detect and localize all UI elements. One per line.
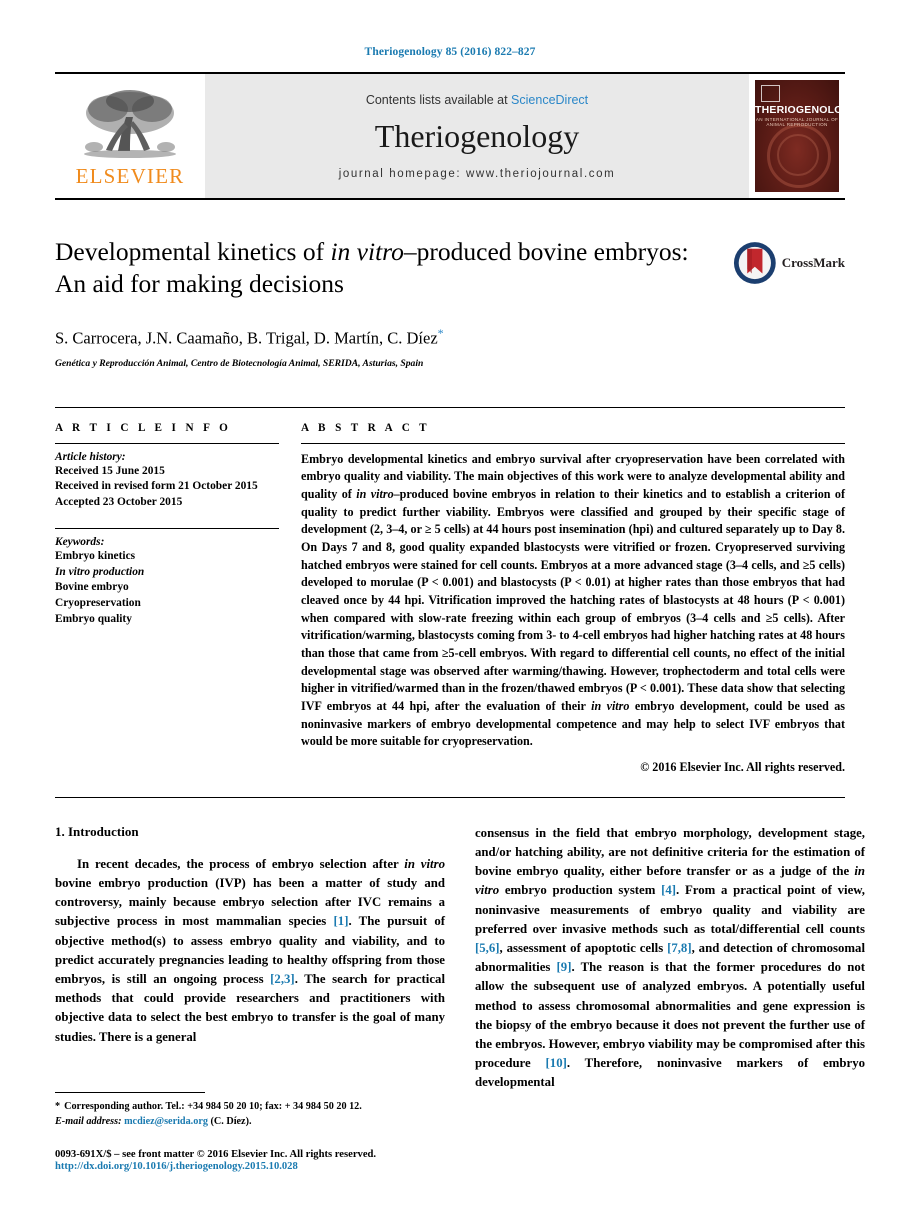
history-item: Accepted 23 October 2015 (55, 496, 183, 509)
intro-right-b: embryo production system (499, 883, 662, 898)
abstract-column: A B S T R A C T Embryo developmental kin… (301, 422, 845, 775)
citation-link[interactable]: [5,6] (475, 941, 500, 955)
keyword-item: Bovine embryo (55, 581, 129, 594)
keyword-item-italic: In vitro production (55, 565, 145, 578)
crossmark-label: CrossMark (781, 255, 845, 270)
article-history-label: Article history: (55, 450, 126, 463)
intro-paragraph-right: consensus in the field that embryo morph… (475, 824, 865, 1093)
journal-masthead: ELSEVIER Contents lists available at Sci… (55, 72, 845, 200)
history-item: Received in revised form 21 October 2015 (55, 480, 258, 493)
issn-copyright-line: 0093-691X/$ – see front matter © 2016 El… (55, 1149, 377, 1160)
intro-paragraph-left: In recent decades, the process of embryo… (55, 855, 445, 1047)
info-abstract-section: A R T I C L E I N F O Article history: R… (55, 406, 845, 775)
intro-left-italic-1: in vitro (404, 856, 445, 871)
keyword-item: Embryo kinetics (55, 549, 136, 562)
article-info-heading: A R T I C L E I N F O (55, 421, 232, 434)
page-title: Developmental kinetics of in vitro–produ… (55, 236, 715, 300)
contents-prefix: Contents lists available at (365, 92, 512, 107)
intro-right-d: , assessment of apoptotic cells (499, 941, 668, 956)
intro-right-f: . The reason is that the former procedur… (475, 960, 865, 1071)
journal-cover-thumbnail: THERIOGENOLOGY AN INTERNATIONAL JOURNAL … (749, 74, 845, 198)
abstract-italic-2: in vitro (591, 698, 630, 713)
email-link[interactable]: mcdiez@serida.org (124, 1116, 208, 1127)
title-part-1: Developmental kinetics of (55, 237, 331, 266)
copyright-line: © 2016 Elsevier Inc. All rights reserved… (640, 759, 845, 774)
intro-left-a: In recent decades, the process of embryo… (77, 856, 405, 871)
article-info-column: A R T I C L E I N F O Article history: R… (55, 422, 301, 628)
journal-homepage-link[interactable]: journal homepage: www.theriojournal.com (339, 168, 616, 180)
authors-names: S. Carrocera, J.N. Caamaño, B. Trigal, D… (55, 328, 438, 348)
body-column-left: 1. Introduction In recent decades, the p… (55, 824, 445, 1093)
title-and-authors: Developmental kinetics of in vitro–produ… (55, 236, 733, 369)
cover-title: THERIOGENOLOGY (755, 104, 839, 116)
keywords-rule (55, 527, 279, 529)
keyword-item: In vitro production (55, 565, 279, 581)
body-column-right: consensus in the field that embryo morph… (475, 824, 865, 1093)
section-heading-introduction: 1. Introduction (55, 823, 139, 839)
abstract-part-b: –produced bovine embryos in relation to … (301, 487, 846, 713)
running-head: Theriogenology 85 (2016) 822–827 (364, 46, 536, 58)
crossmark-badge[interactable]: CrossMark (733, 236, 845, 286)
elsevier-tree-icon (84, 90, 176, 158)
article-info-rule (55, 442, 279, 444)
email-label: E-mail address: (55, 1115, 122, 1127)
corresponding-author-marker[interactable]: * (438, 326, 444, 340)
keyword-item: Embryo quality (55, 612, 132, 625)
citation-link[interactable]: [10] (546, 1056, 567, 1070)
body-separator-rule (55, 796, 845, 798)
citation-link[interactable]: [2,3] (270, 972, 295, 986)
footnote-star-marker: * (55, 1101, 61, 1113)
contents-available-line: Contents lists available at ScienceDirec… (366, 93, 588, 107)
cover-image: THERIOGENOLOGY AN INTERNATIONAL JOURNAL … (755, 80, 839, 192)
keywords-label: Keywords: (55, 535, 105, 548)
doi-link[interactable]: http://dx.doi.org/10.1016/j.theriogenolo… (55, 1161, 445, 1172)
sciencedirect-link[interactable]: ScienceDirect (511, 93, 588, 107)
cover-corner-box-icon (761, 85, 780, 102)
elsevier-wordmark: ELSEVIER (75, 164, 185, 188)
history-item: Received 15 June 2015 (55, 464, 165, 477)
affiliation: Genética y Reproducción Animal, Centro d… (55, 357, 424, 369)
cover-inner-ring-decoration (777, 134, 819, 176)
issn-block: 0093-691X/$ – see front matter © 2016 El… (55, 1149, 445, 1172)
abstract-rule (301, 442, 845, 444)
article-page: Theriogenology 85 (2016) 822–827 ELSEVIE… (0, 0, 900, 1230)
crossmark-icon (733, 242, 776, 284)
abstract-text: Embryo developmental kinetics and embryo… (301, 451, 845, 751)
journal-title: Theriogenology (374, 117, 580, 154)
citation-link[interactable]: [4] (661, 883, 676, 897)
cover-subtitle: AN INTERNATIONAL JOURNAL OF ANIMAL REPRO… (755, 117, 839, 127)
corresponding-author-text: Corresponding author. Tel.: +34 984 50 2… (64, 1101, 362, 1113)
corresponding-author-note: * Corresponding author. Tel.: +34 984 50 … (55, 1100, 445, 1114)
email-owner: (C. Díez). (210, 1115, 252, 1127)
citation-link[interactable]: [1] (334, 914, 349, 928)
email-note: E-mail address: mcdiez@serida.org (C. Dí… (55, 1115, 445, 1129)
body-columns: 1. Introduction In recent decades, the p… (55, 824, 865, 1093)
keyword-item: Cryopreservation (55, 597, 141, 610)
footnote-area: * Corresponding author. Tel.: +34 984 50 … (55, 1092, 445, 1172)
masthead-center: Contents lists available at ScienceDirec… (205, 74, 749, 198)
citation-link[interactable]: [9] (557, 960, 572, 974)
abstract-italic-1: in vitro (356, 487, 394, 502)
elsevier-logo: ELSEVIER (55, 74, 205, 198)
author-list: S. Carrocera, J.N. Caamaño, B. Trigal, D… (55, 326, 715, 349)
abstract-heading: A B S T R A C T (301, 421, 431, 434)
intro-right-a: consensus in the field that embryo morph… (475, 825, 865, 879)
title-block: Developmental kinetics of in vitro–produ… (55, 236, 845, 369)
footnote-rule (55, 1092, 205, 1094)
citation-link[interactable]: [7,8] (667, 941, 692, 955)
title-italic: in vitro (330, 237, 404, 266)
